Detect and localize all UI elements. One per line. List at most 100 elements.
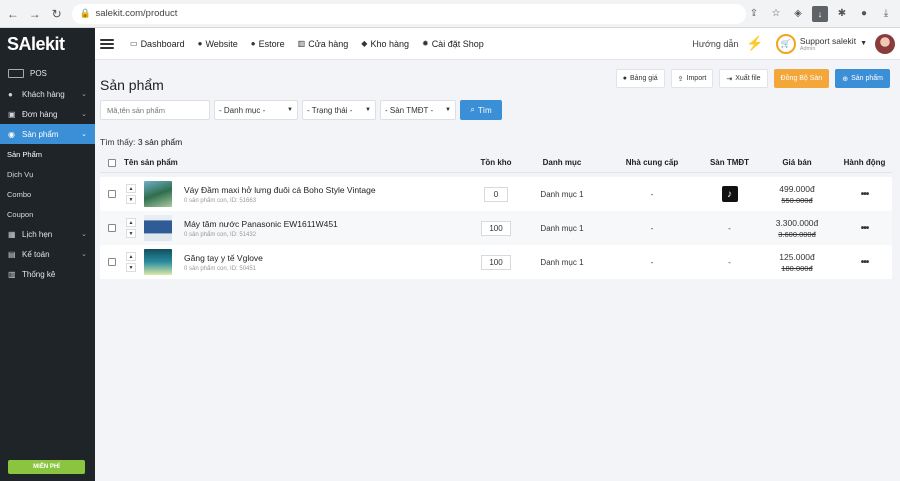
- free-trial-button[interactable]: MIỄN PHÍ: [8, 460, 85, 474]
- sidebar: SAlekit POS ● Khách hàng ⌄ ▣ Đơn hàng ⌄ …: [0, 28, 95, 481]
- menu-icon[interactable]: [100, 38, 114, 49]
- calendar-icon: ▦: [8, 229, 16, 239]
- nav-estore[interactable]: ● Estore: [251, 39, 285, 49]
- row-checkbox[interactable]: [108, 258, 116, 266]
- gear-icon: ✹: [421, 39, 429, 48]
- support-account[interactable]: Support salekit Admin: [800, 36, 856, 52]
- more-actions-icon[interactable]: •••: [861, 223, 869, 234]
- address-bar[interactable]: 🔒 salekit.com/product: [71, 3, 746, 24]
- plus-circle-icon: ⊕: [842, 75, 849, 83]
- price-list-button[interactable]: ● Bảng giá: [615, 69, 665, 88]
- caret-down-icon[interactable]: ▼: [860, 40, 867, 47]
- add-product-button[interactable]: ⊕ Sản phẩm: [835, 69, 890, 88]
- product-name[interactable]: Máy tăm nước Panasonic EW1611W451: [184, 219, 338, 229]
- monitor-icon: ▭: [130, 39, 138, 48]
- row-checkbox[interactable]: [108, 190, 116, 198]
- header-marketplace[interactable]: Sàn TMĐT: [702, 158, 757, 167]
- table-row[interactable]: ▲ ▼ Găng tay y tế Vglove 0 sản phẩm con, …: [100, 245, 892, 279]
- sidebar-item-appointments[interactable]: ▦ Lịch hẹn ⌄: [0, 224, 95, 244]
- nav-warehouse[interactable]: ◆ Kho hàng: [361, 39, 409, 49]
- sale-price: 3.300.000đ: [775, 217, 819, 228]
- globe-icon: ●: [250, 39, 256, 48]
- move-up-icon[interactable]: ▲: [126, 184, 136, 193]
- move-up-icon[interactable]: ▲: [126, 218, 136, 227]
- product-category: Danh mục 1: [540, 257, 584, 267]
- select-all-checkbox[interactable]: [108, 158, 116, 167]
- upload-icon: ⇪: [677, 75, 684, 83]
- search-input[interactable]: [100, 100, 210, 120]
- nav-dashboard[interactable]: ▭ Dashboard: [130, 39, 185, 49]
- product-thumbnail[interactable]: [144, 249, 172, 275]
- pos-icon: [8, 68, 24, 78]
- store-icon: ▥: [297, 39, 306, 48]
- table-row[interactable]: ▲ ▼ Máy tăm nước Panasonic EW1611W451 0 s…: [100, 211, 892, 245]
- product-name[interactable]: Găng tay y tế Vglove: [184, 253, 263, 263]
- support-avatar-icon[interactable]: 🛒: [775, 33, 796, 54]
- sidebar-item-statistics[interactable]: ▥ Thống kê: [0, 264, 95, 284]
- move-down-icon[interactable]: ▼: [126, 263, 136, 272]
- table-row[interactable]: ▲ ▼ Váy Đầm maxi hở lưng đuôi cá Boho Sty…: [100, 177, 892, 211]
- sidebar-item-orders[interactable]: ▣ Đơn hàng ⌄: [0, 104, 95, 124]
- sync-marketplace-button[interactable]: Đồng Bộ Sàn: [773, 69, 830, 88]
- star-icon[interactable]: ☆: [768, 6, 784, 22]
- share-icon[interactable]: ⇪: [746, 6, 762, 22]
- user-avatar[interactable]: [875, 33, 895, 54]
- lightning-icon[interactable]: ⚡: [746, 35, 763, 52]
- guide-link[interactable]: Hướng dẫn: [692, 39, 738, 49]
- sidebar-item-products[interactable]: ◉ Sản phẩm ⌄: [0, 124, 95, 144]
- marketplace-select[interactable]: - Sàn TMĐT - ▼: [380, 100, 456, 120]
- chevron-down-icon: ▼: [365, 107, 371, 113]
- move-up-icon[interactable]: ▲: [126, 252, 136, 261]
- page-title: Sản phẩm: [100, 77, 164, 93]
- more-actions-icon[interactable]: •••: [861, 257, 869, 268]
- puzzle-icon[interactable]: ✱: [834, 6, 850, 22]
- reload-icon[interactable]: ↻: [48, 5, 66, 23]
- row-checkbox[interactable]: [108, 224, 116, 232]
- sidebar-subitem-services[interactable]: Dịch Vụ: [0, 164, 95, 184]
- status-select[interactable]: - Trạng thái - ▼: [302, 100, 376, 120]
- export-file-button[interactable]: ⇥ Xuất file: [719, 69, 768, 88]
- move-down-icon[interactable]: ▼: [126, 195, 136, 204]
- sidebar-item-label: Đơn hàng: [22, 109, 58, 119]
- sidebar-subitem-coupon[interactable]: Coupon: [0, 204, 95, 224]
- header-supplier[interactable]: Nhà cung cấp: [602, 158, 702, 167]
- profile-icon[interactable]: ●: [856, 6, 872, 22]
- search-button[interactable]: ⌕ Tìm: [460, 100, 502, 120]
- sidebar-item-customers[interactable]: ● Khách hàng ⌄: [0, 84, 95, 104]
- sidebar-item-accounting[interactable]: ▤ Kế toán ⌄: [0, 244, 95, 264]
- support-role: Admin: [799, 45, 816, 52]
- extension-download-icon[interactable]: ↓: [812, 5, 828, 22]
- product-name[interactable]: Váy Đầm maxi hở lưng đuôi cá Boho Style …: [184, 185, 376, 195]
- import-button[interactable]: ⇪ Import: [670, 69, 714, 88]
- forward-arrow-icon[interactable]: →: [26, 5, 44, 23]
- sidebar-item-pos[interactable]: POS: [0, 62, 95, 84]
- more-actions-icon[interactable]: •••: [861, 189, 869, 200]
- download-icon[interactable]: ⤓: [878, 6, 894, 22]
- header-category[interactable]: Danh mục: [522, 158, 602, 167]
- product-thumbnail[interactable]: [144, 181, 172, 207]
- back-arrow-icon[interactable]: ←: [4, 5, 22, 23]
- header-price[interactable]: Giá bán: [757, 158, 837, 167]
- stock-input[interactable]: 100: [481, 220, 511, 236]
- header-stock[interactable]: Tồn kho: [470, 158, 522, 167]
- chevron-down-icon: ⌄: [81, 251, 87, 258]
- stock-input[interactable]: 0: [484, 186, 508, 202]
- export-icon: ⇥: [726, 75, 733, 83]
- boxes-icon: ◆: [361, 39, 368, 48]
- move-down-icon[interactable]: ▼: [126, 229, 136, 238]
- sidebar-subitem-products[interactable]: Sản Phẩm: [0, 144, 95, 164]
- nav-website[interactable]: ● Website: [198, 39, 238, 49]
- nav-shop-settings[interactable]: ✹ Cài đặt Shop: [422, 39, 484, 49]
- tiktok-icon: ♪: [721, 186, 738, 202]
- nav-stores[interactable]: ▥ Cửa hàng: [298, 39, 349, 49]
- category-select[interactable]: - Danh mục - ▼: [214, 100, 298, 120]
- search-icon: ⌕: [470, 105, 475, 114]
- salekit-logo[interactable]: SAlekit: [0, 28, 95, 60]
- stock-input[interactable]: 100: [481, 254, 511, 270]
- shield-icon[interactable]: ◈: [790, 6, 806, 22]
- header-name[interactable]: Tên sản phẩm: [124, 158, 470, 167]
- product-category: Danh mục 1: [540, 223, 584, 233]
- result-count: Tìm thấy: 3 sản phẩm: [100, 137, 183, 147]
- product-thumbnail[interactable]: [144, 215, 172, 241]
- sidebar-subitem-combo[interactable]: Combo: [0, 184, 95, 204]
